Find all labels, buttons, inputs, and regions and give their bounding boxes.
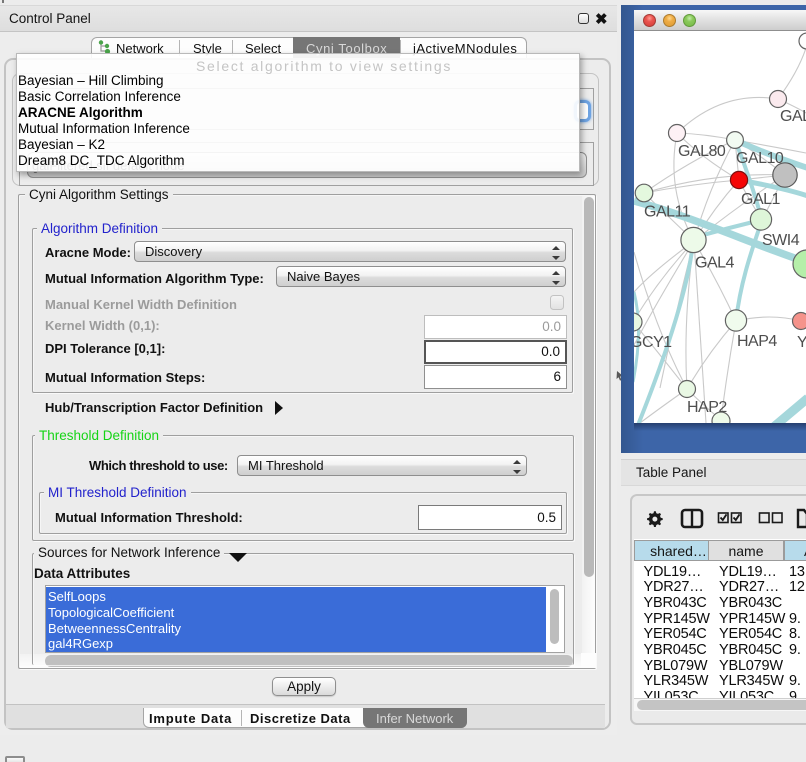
svg-text:GAL11: GAL11 — [644, 204, 691, 221]
svg-text:GAL10: GAL10 — [736, 150, 784, 167]
svg-text:GAL80: GAL80 — [678, 143, 726, 160]
svg-text:GCY1: GCY1 — [634, 334, 672, 351]
svg-text:Y: Y — [797, 334, 806, 351]
svg-text:SWI4: SWI4 — [762, 232, 800, 249]
svg-text:HAP4: HAP4 — [737, 333, 777, 350]
svg-text:GAL1: GAL1 — [741, 191, 781, 208]
svg-text:HAP2: HAP2 — [687, 399, 727, 416]
svg-text:GAL7: GAL7 — [780, 108, 806, 125]
svg-text:GAL4: GAL4 — [695, 255, 735, 272]
